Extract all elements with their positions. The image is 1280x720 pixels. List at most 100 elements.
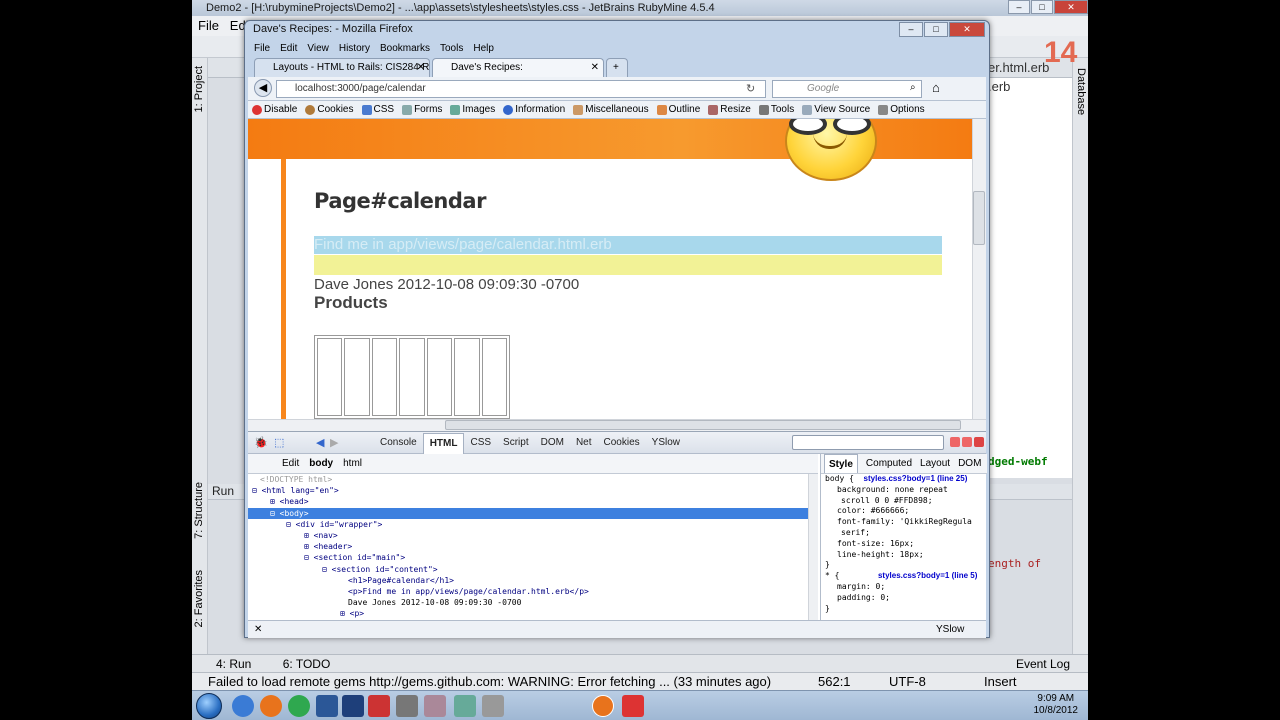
tab-css[interactable]: CSS: [464, 432, 497, 454]
tree-node[interactable]: ⊟ <html lang="en">: [248, 485, 808, 496]
close-button[interactable]: ✕: [1054, 0, 1088, 14]
tree-node[interactable]: ⊞ <nav>: [248, 530, 808, 541]
css-property[interactable]: background: none repeat: [825, 485, 987, 496]
wd-cookies[interactable]: Cookies: [305, 101, 354, 118]
css-source-link[interactable]: styles.css?body=1 (line 5): [878, 571, 977, 580]
flash-icon[interactable]: [368, 695, 390, 717]
wd-information[interactable]: Information: [503, 101, 565, 118]
wd-disable[interactable]: Disable: [252, 101, 297, 118]
breadcrumb-body[interactable]: body: [309, 454, 333, 473]
back-button[interactable]: ◀: [254, 79, 272, 97]
tree-node[interactable]: <p>Find me in app/views/page/calendar.ht…: [248, 586, 808, 597]
photoshop-icon[interactable]: [342, 695, 364, 717]
tools-icon[interactable]: [424, 695, 446, 717]
file-encoding[interactable]: UTF-8: [889, 673, 926, 691]
tab-dom[interactable]: DOM: [958, 454, 981, 473]
css-property[interactable]: padding: 0;: [825, 593, 987, 604]
firefox-running-icon[interactable]: [592, 695, 614, 717]
css-source-link[interactable]: styles.css?body=1 (line 25): [864, 474, 968, 483]
css-property[interactable]: serif;: [825, 528, 987, 539]
wd-view-source[interactable]: View Source: [802, 101, 870, 118]
menu-file[interactable]: File: [254, 41, 270, 57]
editor-tab[interactable]: er.html.erb: [988, 60, 1049, 75]
breadcrumb-html[interactable]: html: [343, 454, 362, 473]
tab-cookies[interactable]: Cookies: [598, 432, 646, 454]
css-property[interactable]: margin: 0;: [825, 582, 987, 593]
css-property[interactable]: line-height: 18px;: [825, 550, 987, 561]
page-vertical-scrollbar[interactable]: [972, 119, 986, 419]
inspect-icon[interactable]: ⬚: [274, 432, 284, 454]
wd-forms[interactable]: Forms: [402, 101, 442, 118]
firebug-search-input[interactable]: [792, 435, 944, 450]
css-property[interactable]: scroll 0 0 #FFD898;: [825, 496, 987, 507]
yslow-status[interactable]: YSlow: [936, 621, 964, 639]
firebug-detach-icon[interactable]: [962, 437, 972, 447]
ie-icon[interactable]: [232, 695, 254, 717]
app-icon[interactable]: [482, 695, 504, 717]
home-icon[interactable]: ⌂: [932, 80, 940, 95]
maximize-button[interactable]: □: [924, 22, 948, 37]
tab-daves-recipes[interactable]: Dave's Recipes: ✕: [432, 58, 604, 77]
close-icon[interactable]: ✕: [254, 624, 262, 635]
wd-tools[interactable]: Tools: [758, 101, 794, 118]
menu-edit[interactable]: Edit: [280, 41, 297, 57]
cursor-position[interactable]: 562:1: [818, 673, 851, 691]
tab-html[interactable]: HTML: [422, 433, 465, 454]
menu-bookmarks[interactable]: Bookmarks: [380, 41, 430, 57]
minimize-button[interactable]: –: [899, 22, 923, 37]
menu-view[interactable]: View: [307, 41, 329, 57]
word-icon[interactable]: [316, 695, 338, 717]
tab-dom[interactable]: DOM: [535, 432, 570, 454]
tree-node-selected[interactable]: ⊟ <body>: [248, 507, 808, 519]
search-icon[interactable]: ⌕: [910, 82, 916, 93]
wd-images[interactable]: Images: [450, 101, 495, 118]
tab-script[interactable]: Script: [497, 432, 535, 454]
project-panel-tab[interactable]: 1: Project: [193, 66, 205, 112]
rubymine-running-icon[interactable]: [622, 695, 644, 717]
search-input[interactable]: Google: [772, 80, 922, 98]
menu-tools[interactable]: Tools: [440, 41, 463, 57]
todo-tool-tab[interactable]: 6: TODO: [283, 657, 331, 671]
app-icon[interactable]: [454, 695, 476, 717]
wd-outline[interactable]: Outline: [656, 101, 700, 118]
tree-scrollbar[interactable]: [808, 474, 818, 620]
css-property[interactable]: font-family: 'QikkiRegRegula: [825, 517, 987, 528]
structure-panel-tab[interactable]: 7: Structure: [193, 482, 205, 539]
wd-css[interactable]: CSS: [361, 101, 394, 118]
firebug-minimize-icon[interactable]: [950, 437, 960, 447]
close-tab-icon[interactable]: ✕: [591, 59, 599, 77]
wd-miscellaneous[interactable]: Miscellaneous: [573, 101, 649, 118]
chrome-icon[interactable]: [288, 695, 310, 717]
wd-options[interactable]: Options: [878, 101, 925, 118]
tree-node[interactable]: ⊟ <div id="wrapper">: [248, 519, 808, 530]
reload-icon[interactable]: ↻: [746, 82, 755, 95]
editor-tab-secondary[interactable]: .erb: [988, 79, 1010, 94]
database-panel-tab[interactable]: Database: [1075, 68, 1087, 115]
new-tab-button[interactable]: +: [606, 58, 628, 77]
tree-node[interactable]: <h1>Page#calendar</h1>: [248, 575, 808, 586]
tab-console[interactable]: Console: [374, 432, 423, 454]
close-button[interactable]: ✕: [949, 22, 985, 37]
run-tool-tab[interactable]: 4: Run: [216, 657, 251, 671]
firebug-close-icon[interactable]: [974, 437, 984, 447]
tab-net[interactable]: Net: [570, 432, 598, 454]
tree-node[interactable]: ⊟ <section id="main">: [248, 552, 808, 563]
event-log-tab[interactable]: Event Log: [1016, 655, 1070, 673]
url-bar[interactable]: localhost:3000/page/calendar: [276, 80, 766, 98]
arrow-left-icon[interactable]: ◀: [316, 432, 324, 454]
tab-layout[interactable]: Layout: [920, 454, 950, 473]
tab-yslow[interactable]: YSlow: [646, 432, 686, 454]
tree-node[interactable]: ⊞ <head>: [248, 496, 808, 507]
menu-help[interactable]: Help: [473, 41, 494, 57]
tree-node[interactable]: ⊟ <section id="content">: [248, 564, 808, 575]
firefox-icon[interactable]: [260, 695, 282, 717]
page-horizontal-scroll-thumb[interactable]: [445, 420, 961, 430]
menu-file[interactable]: File: [198, 18, 219, 33]
minimize-button[interactable]: –: [1008, 0, 1030, 14]
firebug-icon[interactable]: 🐞: [254, 432, 268, 454]
code-editor[interactable]: [988, 78, 1072, 478]
start-button[interactable]: [196, 693, 222, 719]
tree-node[interactable]: ⊞ <p>: [248, 608, 808, 619]
maximize-button[interactable]: □: [1031, 0, 1053, 14]
page-vertical-scroll-thumb[interactable]: [973, 191, 985, 245]
